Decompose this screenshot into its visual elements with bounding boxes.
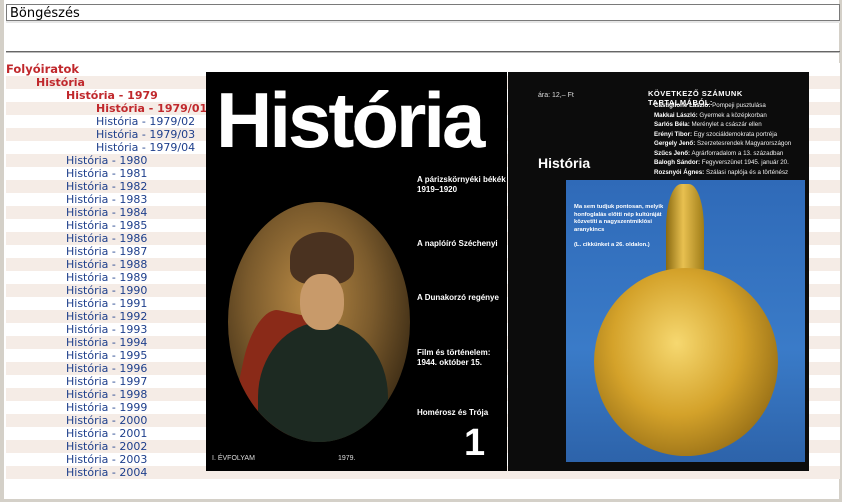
toc-author: Erényi Tibor:: [654, 130, 693, 138]
toc-article-title: Egy szociáldemokrata portréja: [693, 130, 778, 138]
tree-item-label[interactable]: História - 1979/04: [96, 141, 195, 154]
tree-item-label[interactable]: História - 1985: [66, 219, 147, 232]
tree-item-label[interactable]: História - 1995: [66, 349, 147, 362]
toc-author: Balogh Sándor:: [654, 159, 701, 166]
front-cover: História A párizskörnyéki békék 1919–192…: [206, 72, 507, 471]
toc-author: Rozsnyói Ágnes:: [654, 168, 705, 176]
toc-author: Szűcs Jenő:: [654, 149, 691, 157]
toc-list: Castiglione László: Pompeji pusztulása Ma…: [654, 101, 804, 177]
tree-item-label[interactable]: História - 1992: [66, 310, 147, 323]
front-cover-masthead: História: [216, 76, 485, 164]
tree-item-label[interactable]: História - 1994: [66, 336, 147, 349]
tree-item-label[interactable]: História: [36, 76, 85, 89]
toc-article-title: Szerzetesrendek Magyarországon: [697, 140, 792, 147]
toc-entry: Rozsnyói Ágnes: Szálasi naplója és a tör…: [654, 168, 804, 178]
tree-item-label[interactable]: História - 1990: [66, 284, 147, 297]
tree-item-label[interactable]: História - 1999: [66, 401, 147, 414]
tree-item-label[interactable]: História - 1986: [66, 232, 147, 245]
toc-article-title: Gyermek a középkorban: [699, 111, 767, 119]
toc-entry: Sarlós Béla: Merénylet a császár ellen: [654, 120, 804, 130]
headline-5: Homérosz és Trója: [417, 408, 489, 417]
tree-item-label[interactable]: História - 1980: [66, 154, 147, 167]
toc-entry: Makkai László: Gyermek a középkorban: [654, 111, 804, 121]
tree-item-label[interactable]: História - 1993: [66, 323, 147, 336]
toc-entry: Erényi Tibor: Egy szociáldemokrata portr…: [654, 130, 804, 140]
toc-entry: Castiglione László: Pompeji pusztulása: [654, 101, 804, 111]
tree-item-label[interactable]: História - 1982: [66, 180, 147, 193]
toc-author: Sarlós Béla:: [654, 121, 690, 128]
tree-item-label[interactable]: História - 1979: [66, 89, 158, 102]
toc-author: Castiglione László:: [654, 102, 711, 109]
portrait-painting: [228, 202, 410, 442]
toc-article-title: Szálasi naplója és a történész: [705, 168, 789, 176]
toc-entry: Gergely Jenő: Szerzetesrendek Magyarorsz…: [654, 139, 804, 149]
tree-item-label[interactable]: História - 1984: [66, 206, 147, 219]
tree-item-label[interactable]: História - 1979/01: [96, 102, 207, 115]
headline-1: A párizskörnyéki békék 1919–1920: [417, 175, 506, 194]
price-label: ára: 12,– Ft: [538, 92, 574, 99]
tree-item-label[interactable]: História - 1983: [66, 193, 147, 206]
tree-item-label[interactable]: História - 1996: [66, 362, 147, 375]
toc-entry: Szűcs Jenő: Agrárforradalom a 13. század…: [654, 149, 804, 159]
tree-item-label[interactable]: História - 1979/03: [96, 128, 195, 141]
toc-author: Makkai László:: [654, 111, 698, 119]
issue-number: 1: [464, 422, 486, 464]
year-label: 1979.: [338, 455, 356, 462]
headline-2: A naplóíró Széchenyi: [417, 239, 498, 248]
tree-item-label[interactable]: História - 1989: [66, 271, 147, 284]
magazine-spread-image: História A párizskörnyéki békék 1919–192…: [206, 72, 809, 471]
tree-item-label[interactable]: História - 1979/02: [96, 115, 195, 128]
vase-caption-ref: (L. cikkünket a 26. oldalon.): [574, 241, 650, 248]
volume-label: I. ÉVFOLYAM: [212, 455, 255, 462]
vase-caption: Ma sem tudjuk pontosan, melyik honfoglal…: [574, 204, 666, 249]
tree-item-label[interactable]: História - 1987: [66, 245, 147, 258]
vase-body: [594, 268, 778, 456]
title-shadow: [6, 21, 840, 23]
gold-vase-photo: Ma sem tudjuk pontosan, melyik honfoglal…: [566, 180, 805, 462]
window-title: Böngészés: [6, 4, 840, 21]
toc-entry: Balogh Sándor: Fegyverszünet 1945. januá…: [654, 158, 804, 168]
tree-item-label[interactable]: História - 1997: [66, 375, 147, 388]
headline-3: A Dunakorzó regénye: [417, 293, 499, 302]
tree-item-label[interactable]: História - 2000: [66, 414, 147, 427]
toc-article-title: Fegyverszünet 1945. január 20.: [701, 159, 789, 166]
tree-item-label[interactable]: Folyóiratok: [6, 62, 79, 76]
vase-caption-text: Ma sem tudjuk pontosan, melyik honfoglal…: [574, 204, 664, 233]
tree-item-label[interactable]: História - 1981: [66, 167, 147, 180]
back-cover-masthead: História: [538, 155, 591, 171]
tree-item-label[interactable]: História - 2003: [66, 453, 147, 466]
toc-author: Gergely Jenő:: [654, 140, 696, 147]
back-cover: ára: 12,– Ft KÖVETKEZŐ SZÁMUNK TARTALMÁB…: [508, 72, 809, 471]
toc-article-title: Agrárforradalom a 13. században: [691, 149, 784, 157]
toc-article-title: Pompeji pusztulása: [712, 102, 766, 109]
tree-item-label[interactable]: História - 1991: [66, 297, 147, 310]
tree-item-label[interactable]: História - 2002: [66, 440, 147, 453]
window-frame-left: [0, 0, 4, 502]
header-divider-shadow: [6, 52, 840, 53]
tree-item-label[interactable]: História - 1988: [66, 258, 147, 271]
tree-item-label[interactable]: História - 2001: [66, 427, 147, 440]
tree-item-label[interactable]: História - 2004: [66, 466, 147, 479]
tree-item-label[interactable]: História - 1998: [66, 388, 147, 401]
headline-4: Film és történelem: 1944. október 15.: [417, 348, 491, 367]
portrait-face: [300, 274, 344, 330]
toc-article-title: Merénylet a császár ellen: [691, 121, 762, 128]
